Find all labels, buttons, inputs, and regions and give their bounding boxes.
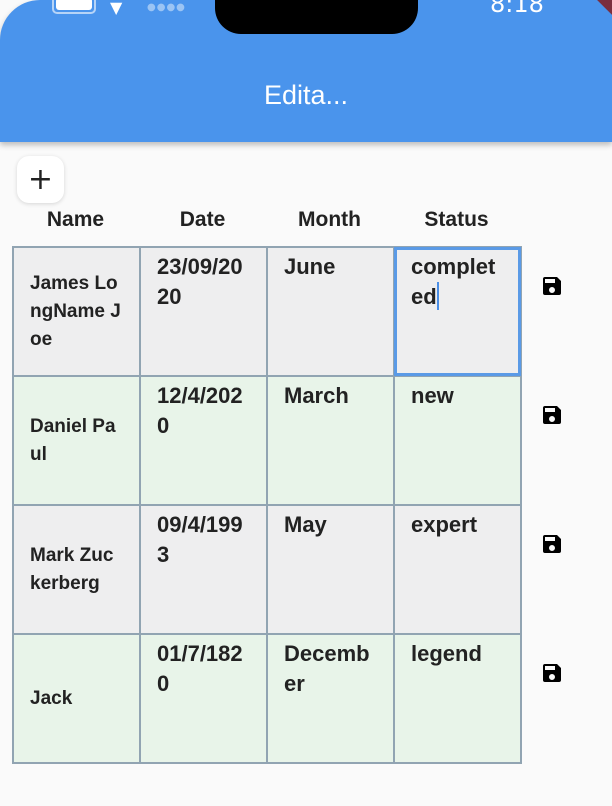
text-caret: [436, 282, 439, 310]
column-header-name: Name: [46, 208, 105, 231]
cell-date[interactable]: 01/7/1820: [139, 633, 268, 764]
plus-icon: +: [27, 162, 54, 197]
cell-name[interactable]: James LongName Joe: [12, 246, 141, 377]
cell-month[interactable]: March: [266, 375, 395, 506]
cell-status[interactable]: expert: [393, 504, 522, 635]
cell-date[interactable]: 09/4/1993: [139, 504, 268, 635]
table-row: Jack 01/7/1820 December legend: [12, 633, 522, 764]
cell-month[interactable]: June: [266, 246, 395, 377]
save-icon[interactable]: [540, 661, 564, 685]
app-bar: ▼ ●●●● 8:18 Edita...: [0, 0, 612, 142]
page-title: Edita...: [263, 80, 349, 110]
column-header-status: Status: [424, 208, 489, 231]
cell-status[interactable]: new: [393, 375, 522, 506]
cell-status-text: completed: [411, 254, 496, 309]
cell-date[interactable]: 23/09/2020: [139, 246, 268, 377]
save-icon[interactable]: [540, 274, 564, 298]
table-row: James LongName Joe 23/09/2020 June compl…: [12, 246, 522, 377]
cell-month[interactable]: December: [266, 633, 395, 764]
device-notch: [215, 0, 418, 34]
status-time: 8:18: [490, 0, 544, 18]
cell-name[interactable]: Jack: [12, 633, 141, 764]
column-header-date: Date: [179, 208, 226, 231]
add-row-button[interactable]: +: [17, 156, 64, 203]
save-icon[interactable]: [540, 403, 564, 427]
table-row: Daniel Paul 12/4/2020 March new: [12, 375, 522, 506]
column-header-month: Month: [298, 208, 361, 231]
cell-month[interactable]: May: [266, 504, 395, 635]
battery-icon: [52, 0, 96, 14]
table-row: Mark Zuckerberg 09/4/1993 May expert: [12, 504, 522, 635]
cell-status-input[interactable]: completed: [393, 246, 522, 377]
cell-status[interactable]: legend: [393, 633, 522, 764]
wifi-icon: ▼: [110, 0, 123, 17]
editable-table: James LongName Joe 23/09/2020 June compl…: [12, 246, 522, 764]
cell-date[interactable]: 12/4/2020: [139, 375, 268, 506]
cell-name[interactable]: Daniel Paul: [12, 375, 141, 506]
debug-banner: [585, 0, 612, 32]
signal-icon: ●●●●: [147, 2, 186, 13]
save-icon[interactable]: [540, 532, 564, 556]
cell-name[interactable]: Mark Zuckerberg: [12, 504, 141, 635]
table-header: Name Date Month Status: [12, 208, 520, 232]
